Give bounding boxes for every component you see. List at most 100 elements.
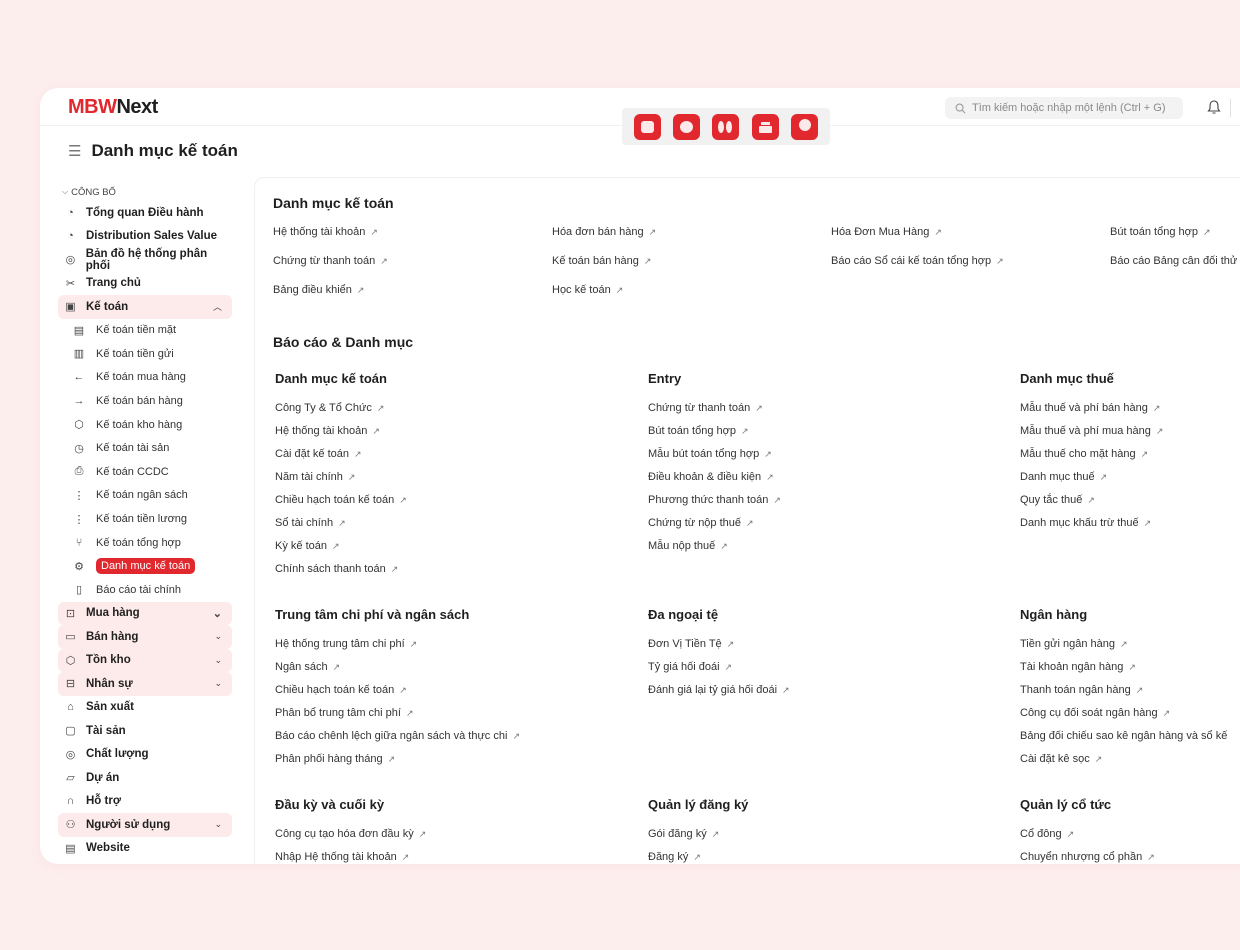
group-link[interactable]: Phân bổ trung tâm chi phí ↗ bbox=[275, 707, 414, 719]
group-link[interactable]: Công cụ đối soát ngân hàng ↗ bbox=[1020, 707, 1170, 719]
sidebar-subitem-label: Kế toán tài sản bbox=[96, 442, 170, 455]
sidebar-item-distribution-map[interactable]: ◎ Bản đồ hệ thống phân phối bbox=[58, 248, 232, 272]
shortcut-link[interactable]: Kế toán bán hàng ↗ bbox=[552, 255, 651, 267]
group-link[interactable]: Công Ty & Tổ Chức ↗ bbox=[275, 402, 384, 414]
sidebar-subitem-cash[interactable]: ▤ Kế toán tiền mặt bbox=[58, 319, 232, 343]
group-link[interactable]: Tiền gửi ngân hàng ↗ bbox=[1020, 638, 1128, 650]
sidebar-item-home[interactable]: ✂ Trang chủ bbox=[58, 272, 232, 296]
group-link[interactable]: Tài khoản ngân hàng ↗ bbox=[1020, 661, 1136, 673]
group-link[interactable]: Chuyển nhượng cổ phần ↗ bbox=[1020, 851, 1155, 863]
group-link[interactable]: Tỷ giá hối đoái ↗ bbox=[648, 661, 732, 673]
arrow-up-right-icon: ↗ bbox=[1152, 403, 1161, 413]
sidebar-subitem-label: Kế toán tiền mặt bbox=[96, 324, 177, 337]
sidebar-item-accounting[interactable]: ▣ Kế toán ︿ bbox=[58, 295, 232, 319]
group-link[interactable]: Chứng từ nộp thuế ↗ bbox=[648, 517, 754, 529]
chevron-down-icon: ⌵ bbox=[62, 187, 69, 196]
shortcut-link[interactable]: Báo cáo Bảng cân đối thử bbox=[1110, 255, 1237, 267]
sidebar-item-quality[interactable]: ◎ Chất lượng bbox=[58, 743, 232, 767]
shortcut-link[interactable]: Hóa đơn bán hàng ↗ bbox=[552, 226, 656, 238]
app-shortcut-icon[interactable] bbox=[790, 113, 818, 140]
shortcut-link[interactable]: Hóa Đơn Mua Hàng ↗ bbox=[831, 226, 942, 238]
group-link[interactable]: Đánh giá lại tỷ giá hối đoái ↗ bbox=[648, 684, 790, 696]
group-title: Entry bbox=[648, 371, 682, 386]
sidebar-subitem-assets[interactable]: ◷ Kế toán tài sản bbox=[58, 436, 232, 460]
group-link[interactable]: Mẫu thuế và phí bán hàng ↗ bbox=[1020, 402, 1160, 414]
group-link[interactable]: Mẫu thuế và phí mua hàng ↗ bbox=[1020, 425, 1163, 437]
group-link[interactable]: Sổ tài chính ↗ bbox=[275, 517, 346, 529]
sidebar-subitem-tools[interactable]: ⎙ Kế toán CCDC bbox=[58, 460, 232, 484]
group-link[interactable]: Danh mục thuế ↗ bbox=[1020, 471, 1107, 483]
group-link[interactable]: Ngân sách ↗ bbox=[275, 661, 340, 673]
sidebar-subitem-payroll[interactable]: ⋮ Kế toán tiền lương bbox=[58, 507, 232, 531]
arrow-up-right-icon: ↗ bbox=[726, 639, 735, 649]
sidebar-subitem-purchase[interactable]: ← Kế toán mua hàng bbox=[58, 366, 232, 390]
group-link[interactable]: Đăng ký ↗ bbox=[648, 851, 701, 863]
shortcut-link[interactable]: Học kế toán ↗ bbox=[552, 284, 623, 296]
group-link[interactable]: Công cụ tạo hóa đơn đầu kỳ ↗ bbox=[275, 828, 426, 840]
sidebar-section-toggle[interactable]: ⌵ CÔNG BỐ bbox=[58, 183, 232, 201]
sidebar-item-hr[interactable]: ⊟ Nhân sự ⌄ bbox=[58, 672, 232, 696]
group-link[interactable]: Danh mục khấu trừ thuế ↗ bbox=[1020, 517, 1151, 529]
document-icon: ▯ bbox=[75, 584, 83, 597]
sidebar-subitem-sales[interactable]: → Kế toán bán hàng bbox=[58, 389, 232, 413]
sidebar-item-selling[interactable]: ▭ Bán hàng ⌄ bbox=[58, 625, 232, 649]
sidebar-item-buying[interactable]: ⊡ Mua hàng ⌄ bbox=[58, 601, 232, 626]
group-link[interactable]: Mẫu nộp thuế ↗ bbox=[648, 540, 728, 552]
shortcut-link[interactable]: Báo cáo Sổ cái kế toán tổng hợp ↗ bbox=[831, 255, 1004, 267]
shortcut-link[interactable]: Bút toán tổng hợp ↗ bbox=[1110, 226, 1211, 238]
group-link[interactable]: Hệ thống tài khoản ↗ bbox=[275, 425, 380, 437]
app-shortcut-icon[interactable] bbox=[751, 113, 779, 140]
group-link[interactable]: Chứng từ thanh toán ↗ bbox=[648, 402, 763, 414]
group-link[interactable]: Đơn Vị Tiền Tệ ↗ bbox=[648, 638, 734, 650]
sidebar-item-support[interactable]: ∩ Hỗ trợ bbox=[58, 790, 232, 814]
group-link[interactable]: Quy tắc thuế ↗ bbox=[1020, 494, 1095, 506]
sidebar-item-users[interactable]: ⚇ Người sử dụng ⌄ bbox=[58, 813, 232, 837]
group-link[interactable]: Kỳ kế toán ↗ bbox=[275, 540, 340, 552]
sidebar-subitem-accounting-masters[interactable]: ⚙ Danh mục kế toán bbox=[58, 554, 232, 578]
group-link[interactable]: Bút toán tổng hợp ↗ bbox=[648, 425, 749, 437]
group-link[interactable]: Chính sách thanh toán ↗ bbox=[275, 563, 398, 575]
sidebar-item-distribution-sales[interactable]: ◔ Distribution Sales Value bbox=[58, 225, 232, 249]
arrow-up-right-icon: ↗ bbox=[934, 227, 942, 237]
group-link[interactable]: Chiều hạch toán kế toán ↗ bbox=[275, 494, 407, 506]
sidebar-subitem-deposit[interactable]: ▥ Kế toán tiền gửi bbox=[58, 342, 232, 366]
sidebar-subitem-general[interactable]: ⑂ Kế toán tổng hợp bbox=[58, 531, 232, 555]
sidebar-subitem-financial-reports[interactable]: ▯ Báo cáo tài chính bbox=[58, 578, 232, 602]
arrow-up-right-icon: ↗ bbox=[332, 662, 341, 672]
group-link[interactable]: Phương thức thanh toán ↗ bbox=[648, 494, 781, 506]
sidebar-item-stock[interactable]: ⬡ Tồn kho ⌄ bbox=[58, 648, 232, 673]
sidebar-item-website[interactable]: ▤ Website bbox=[58, 837, 232, 861]
sidebar-subitem-budget[interactable]: ⋮ Kế toán ngân sách bbox=[58, 484, 232, 508]
group-link[interactable]: Phân phối hàng tháng ↗ bbox=[275, 753, 395, 765]
sidebar-item-label: Sản xuất bbox=[86, 701, 134, 714]
shortcut-link[interactable]: Hệ thống tài khoản ↗ bbox=[273, 226, 378, 238]
sidebar-item-manufacturing[interactable]: ⌂ Sản xuất bbox=[58, 696, 232, 720]
group-link[interactable]: Cổ đông ↗ bbox=[1020, 828, 1074, 840]
shortcut-link[interactable]: Chứng từ thanh toán ↗ bbox=[273, 255, 388, 267]
sidebar-item-executive-overview[interactable]: ◔ Tổng quan Điều hành bbox=[58, 201, 232, 225]
group-link[interactable]: Điều khoản & điều kiện ↗ bbox=[648, 471, 774, 483]
group-link[interactable]: Gói đăng ký ↗ bbox=[648, 828, 719, 840]
app-shortcut-icon[interactable] bbox=[712, 113, 740, 140]
group-link[interactable]: Cài đặt kế toán ↗ bbox=[275, 448, 362, 460]
group-link[interactable]: Chiều hạch toán kế toán ↗ bbox=[275, 684, 407, 696]
group-link[interactable]: Mẫu thuế cho mặt hàng ↗ bbox=[1020, 448, 1148, 460]
group-link[interactable]: Mẫu bút toán tổng hợp ↗ bbox=[648, 448, 772, 460]
group-link[interactable]: Cài đặt kê sọc ↗ bbox=[1020, 753, 1102, 765]
shortcut-link[interactable]: Bảng điều khiển ↗ bbox=[273, 284, 364, 296]
group-link[interactable]: Báo cáo chênh lệch giữa ngân sách và thự… bbox=[275, 730, 520, 742]
search-input[interactable]: Tìm kiếm hoặc nhập một lệnh (Ctrl + G) bbox=[945, 97, 1183, 119]
sidebar-subitem-inventory[interactable]: ⬡ Kế toán kho hàng bbox=[58, 413, 232, 437]
sidebar-item-assets[interactable]: ▢ Tài sản bbox=[58, 719, 232, 743]
group-link[interactable]: Hệ thống trung tâm chi phí ↗ bbox=[275, 638, 417, 650]
bell-icon[interactable] bbox=[1207, 99, 1221, 115]
app-shortcut-icon[interactable] bbox=[673, 113, 701, 140]
sidebar-item-projects[interactable]: ▱ Dự án bbox=[58, 766, 232, 790]
app-logo[interactable]: MBWNext bbox=[68, 96, 158, 119]
group-link[interactable]: Bảng đối chiếu sao kê ngân hàng và sổ kế bbox=[1020, 730, 1227, 742]
group-link[interactable]: Thanh toán ngân hàng ↗ bbox=[1020, 684, 1143, 696]
app-shortcut-icon[interactable] bbox=[634, 113, 662, 140]
group-link[interactable]: Nhập Hệ thống tài khoản ↗ bbox=[275, 851, 409, 863]
group-link[interactable]: Năm tài chính ↗ bbox=[275, 471, 355, 483]
menu-icon[interactable]: ☰ bbox=[68, 142, 81, 160]
